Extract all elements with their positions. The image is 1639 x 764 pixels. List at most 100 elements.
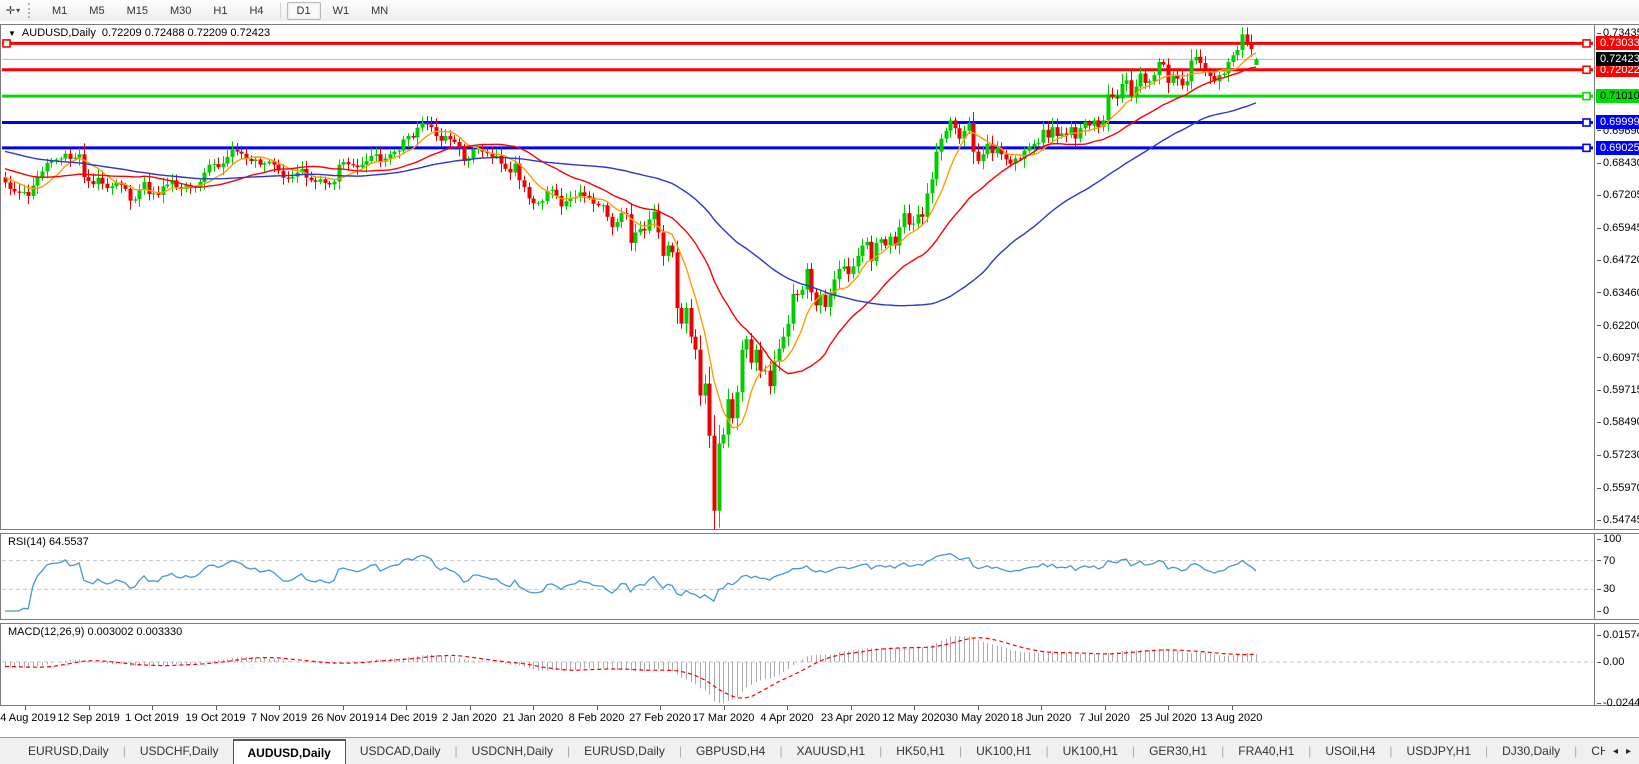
chart-tab-hk50-h1[interactable]: HK50,H1 [882, 738, 959, 764]
timeframe-button-d1[interactable]: D1 [286, 1, 321, 20]
time-axis-label: 27 Feb 2020 [629, 712, 691, 724]
price-tick: 0.67205 [1597, 189, 1639, 202]
price-line-label: 0.69025 [1596, 140, 1639, 155]
main-chart-panel[interactable]: ▼ AUDUSD,Daily 0.72209 0.72488 0.72209 0… [0, 24, 1639, 530]
time-axis-tick [660, 706, 661, 710]
timeframe-button-h1[interactable]: H1 [203, 2, 237, 20]
time-axis-label: 24 Aug 2019 [0, 712, 56, 724]
timeframe-button-w1[interactable]: W1 [323, 2, 360, 20]
time-axis-tick [914, 706, 915, 710]
price-tick: 0.54745 [1597, 514, 1639, 527]
macd-tick: 0.00 [1597, 656, 1624, 669]
rsi-tick: 30 [1597, 583, 1615, 596]
rsi-tick: 0 [1597, 605, 1609, 618]
chart-tab-xauusd-h1[interactable]: XAUUSD,H1 [782, 738, 879, 764]
rsi-label: RSI(14) 64.5537 [8, 536, 89, 548]
chart-tab-eurusd-daily[interactable]: EURUSD,Daily [14, 738, 123, 764]
timeframe-button-m5[interactable]: M5 [79, 2, 114, 20]
time-axis-tick [1231, 706, 1233, 710]
chart-tab-china300-h1[interactable]: CHINA300,H1 [1577, 738, 1605, 764]
time-axis-tick [469, 706, 471, 710]
time-axis-tick [342, 706, 344, 710]
price-tick: 0.65945 [1597, 222, 1639, 235]
timeframe-toolbar: ✛ ▾ M1 M5 M15 M30 H1 H4 D1 W1 MN [0, 0, 1639, 22]
macd-label: MACD(12,26,9) 0.003002 0.003330 [8, 626, 183, 638]
timeframe-button-h4[interactable]: H4 [239, 2, 273, 20]
timeframe-button-m1[interactable]: M1 [42, 2, 77, 20]
price-line-label: 0.69999 [1596, 115, 1639, 130]
toolbar-grip-handle[interactable] [28, 3, 35, 18]
price-tick: 0.59715 [1597, 384, 1639, 397]
current-price-label: 0.72423 [1596, 52, 1639, 67]
timeframe-button-m15[interactable]: M15 [117, 2, 158, 20]
mt4-window: ✛ ▾ M1 M5 M15 M30 H1 H4 D1 W1 MN ▼ AUDUSD,Daily … [0, 0, 1639, 764]
tab-scroll-right-icon[interactable]: ▸ [1626, 746, 1631, 757]
chart-tab-usdjpy-h1[interactable]: USDJPY,H1 [1393, 738, 1485, 764]
timeframe-button-mn[interactable]: MN [361, 2, 398, 20]
price-tick: 0.55970 [1597, 482, 1639, 495]
macd-panel[interactable]: MACD(12,26,9) 0.003002 0.003330 0.015741… [0, 623, 1639, 709]
chart-tab-uk100-h1[interactable]: UK100,H1 [962, 738, 1045, 764]
chart-tab-gbpusd-h4[interactable]: GBPUSD,H4 [682, 738, 779, 764]
time-axis-label: 14 Dec 2019 [374, 712, 438, 724]
chart-tab-dj30-daily[interactable]: DJ30,Daily [1488, 738, 1574, 764]
time-axis[interactable]: 24 Aug 2019 12 Sep 2019 1 Oct 2019 19 Oct 2… [0, 706, 1639, 733]
chart-window: ▼ AUDUSD,Daily 0.72209 0.72488 0.72209 0… [0, 21, 1639, 733]
time-axis-tick [1168, 706, 1169, 710]
time-axis-tick [406, 706, 407, 710]
time-axis-label: 12 May 2020 [882, 712, 946, 724]
rsi-panel[interactable]: RSI(14) 64.5537 100 70 30 0 [0, 533, 1639, 620]
time-axis-label: 2 Jan 2020 [442, 712, 497, 724]
price-scale-border [1594, 25, 1595, 529]
time-axis-label: 17 Mar 2020 [692, 712, 755, 724]
price-tick: 0.64720 [1597, 254, 1639, 267]
rsi-tick: 100 [1597, 533, 1621, 546]
chart-tab-ger30-h1[interactable]: GER30,H1 [1135, 738, 1221, 764]
chart-tab-usdcnh-daily[interactable]: USDCNH,Daily [458, 738, 567, 764]
time-axis-tick [152, 706, 153, 710]
timeframe-button-m30[interactable]: M30 [160, 2, 201, 20]
cursor-glyph: ✛ [5, 5, 16, 17]
candlestick-plot[interactable] [1, 25, 1594, 529]
rsi-plot[interactable] [1, 534, 1594, 619]
chart-tab-uk100-h1[interactable]: UK100,H1 [1049, 738, 1132, 764]
chart-dropdown-icon[interactable]: ▼ [8, 29, 16, 38]
price-tick: 0.60975 [1597, 352, 1639, 365]
chart-tab-audusd-daily[interactable]: AUDUSD,Daily [232, 739, 346, 764]
price-tick: 0.68430 [1597, 157, 1639, 170]
time-axis-tick [25, 706, 26, 710]
time-axis-label: 18 Jun 2020 [1010, 712, 1072, 724]
price-tick: 0.58490 [1597, 416, 1639, 429]
chart-tab-usdchf-daily[interactable]: USDCHF,Daily [126, 738, 233, 764]
macd-plot[interactable] [1, 624, 1594, 705]
time-axis-tick [1041, 706, 1042, 710]
time-axis-label: 12 Sep 2019 [57, 712, 120, 724]
time-axis-label: 13 Aug 2020 [1200, 712, 1263, 724]
time-axis-label: 8 Feb 2020 [568, 712, 625, 724]
chart-tab-eurusd-daily[interactable]: EURUSD,Daily [570, 738, 679, 764]
cursor-icon[interactable]: ✛ ▾ [0, 2, 26, 19]
rsi-tick: 70 [1597, 555, 1615, 568]
tab-scroll-left-icon[interactable]: ◂ [1613, 746, 1618, 757]
time-axis-tick [215, 706, 217, 710]
time-axis-tick [533, 706, 534, 710]
rsi-scale-border [1594, 534, 1595, 619]
price-line-label: 0.73033 [1596, 36, 1639, 51]
chart-tab-fra40-h1[interactable]: FRA40,H1 [1224, 738, 1308, 764]
time-axis-label: 23 Apr 2020 [820, 712, 881, 724]
time-axis-label: 26 Nov 2019 [311, 712, 374, 724]
price-tick: 0.62200 [1597, 320, 1639, 333]
time-axis-label: 21 Jan 2020 [502, 712, 564, 724]
time-axis-tick [850, 706, 852, 710]
price-tick: 0.63460 [1597, 287, 1639, 300]
chart-tab-usdcad-daily[interactable]: USDCAD,Daily [346, 738, 455, 764]
time-axis-label: 25 Jul 2020 [1139, 712, 1197, 724]
chart-title: AUDUSD,Daily [21, 27, 96, 39]
time-axis-tick [977, 706, 979, 710]
chart-tab-usoil-h4[interactable]: USOil,H4 [1311, 738, 1389, 764]
time-axis-tick [787, 706, 788, 710]
toolbar-separator [279, 3, 281, 18]
time-axis-tick [596, 706, 598, 710]
time-axis-label: 1 Oct 2019 [125, 712, 179, 724]
macd-scale-border [1594, 624, 1595, 705]
